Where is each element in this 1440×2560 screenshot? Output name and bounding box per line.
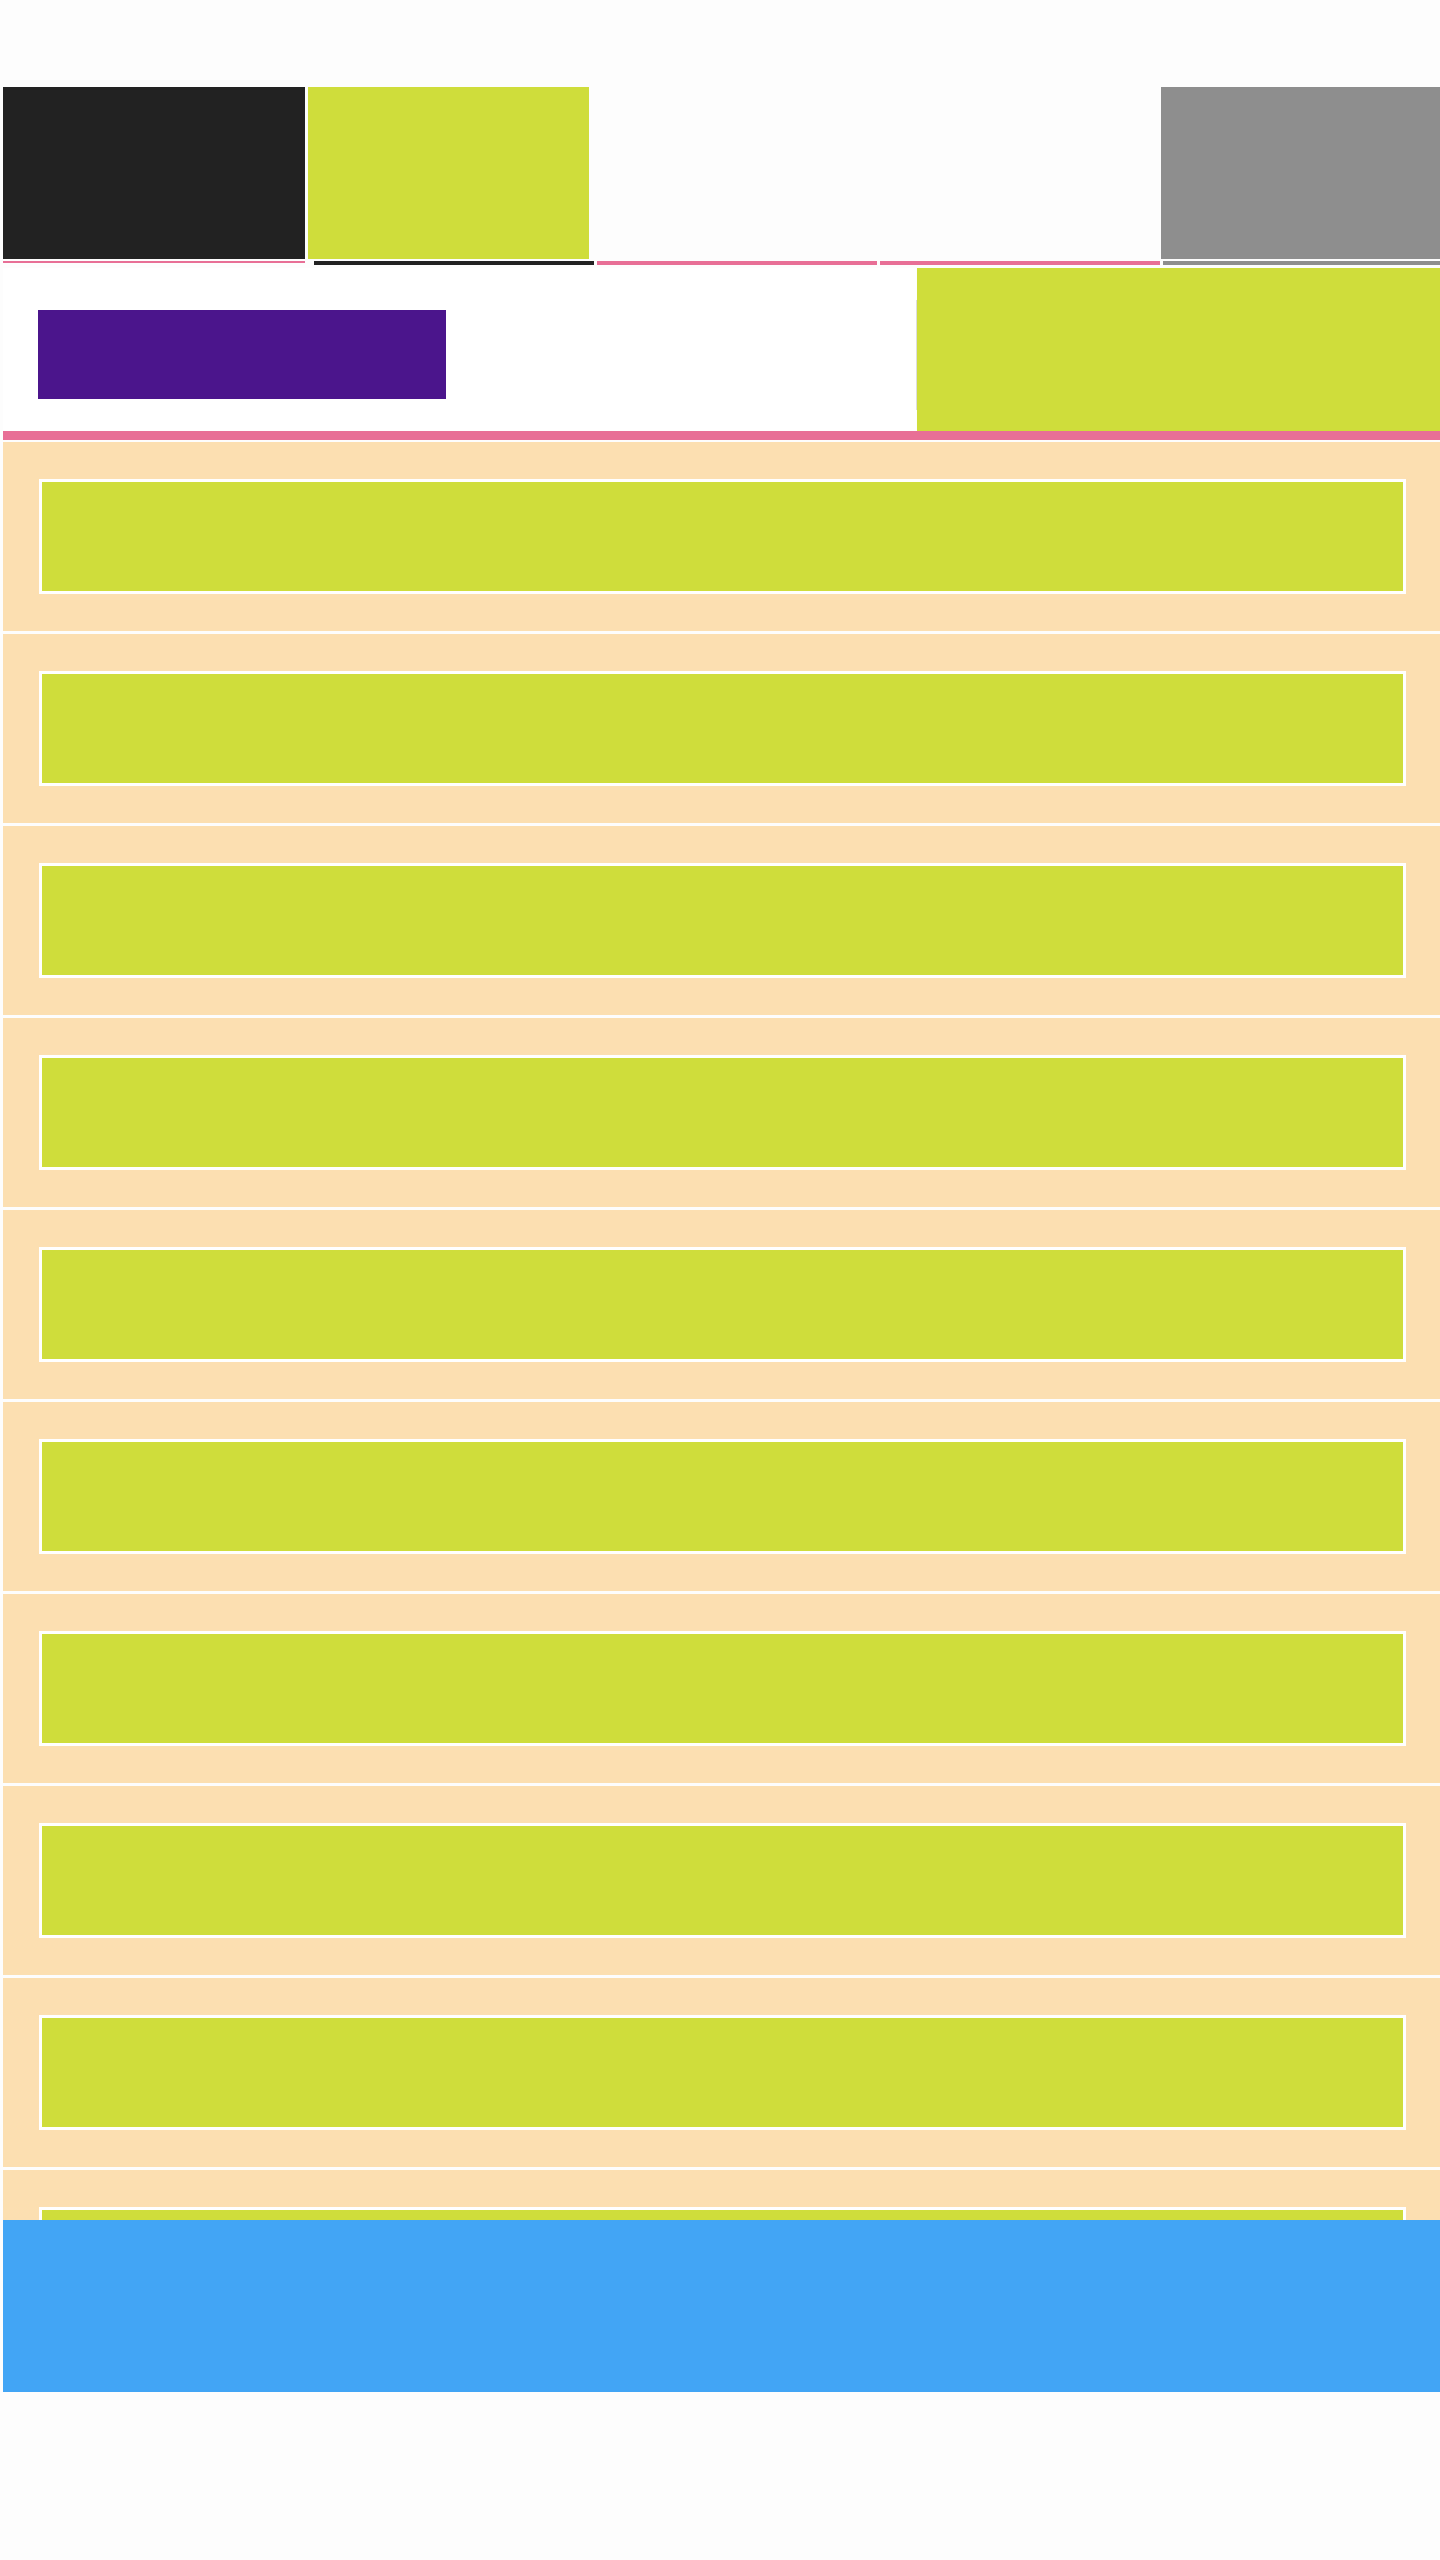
- primary-button[interactable]: [38, 310, 446, 399]
- header-right-panel[interactable]: [917, 268, 1440, 431]
- list-item-card[interactable]: [39, 2015, 1406, 2130]
- list-item-card[interactable]: [39, 1247, 1406, 1362]
- list-item-card[interactable]: [39, 1823, 1406, 1938]
- tab-1-underline: [3, 261, 305, 263]
- list-item-card[interactable]: [39, 1439, 1406, 1554]
- tab-2-underline: [314, 261, 594, 265]
- list-item[interactable]: [3, 1402, 1440, 1591]
- list-item[interactable]: [3, 1018, 1440, 1207]
- tab-4[interactable]: [877, 87, 1158, 259]
- tab-4-underline: [880, 261, 1160, 265]
- tab-2[interactable]: [308, 87, 589, 259]
- list-item[interactable]: [3, 634, 1440, 823]
- list-item[interactable]: [3, 1786, 1440, 1975]
- list-item[interactable]: [3, 1210, 1440, 1399]
- list-item[interactable]: [3, 1594, 1440, 1783]
- tab-5-underline: [1163, 261, 1440, 265]
- list-item-card[interactable]: [39, 1055, 1406, 1170]
- list-item-card[interactable]: [39, 479, 1406, 594]
- list-item-card[interactable]: [39, 1631, 1406, 1746]
- tab-3[interactable]: [592, 87, 874, 259]
- bottom-bar[interactable]: [3, 2220, 1440, 2392]
- tab-1[interactable]: [3, 87, 305, 259]
- list-item-card[interactable]: [39, 671, 1406, 786]
- list-item[interactable]: [3, 442, 1440, 631]
- list-item[interactable]: [3, 1978, 1440, 2167]
- tab-3-underline: [597, 261, 877, 265]
- tab-5[interactable]: [1161, 87, 1440, 259]
- header-separator: [3, 431, 1440, 440]
- list-item[interactable]: [3, 826, 1440, 1015]
- list-item-card[interactable]: [39, 863, 1406, 978]
